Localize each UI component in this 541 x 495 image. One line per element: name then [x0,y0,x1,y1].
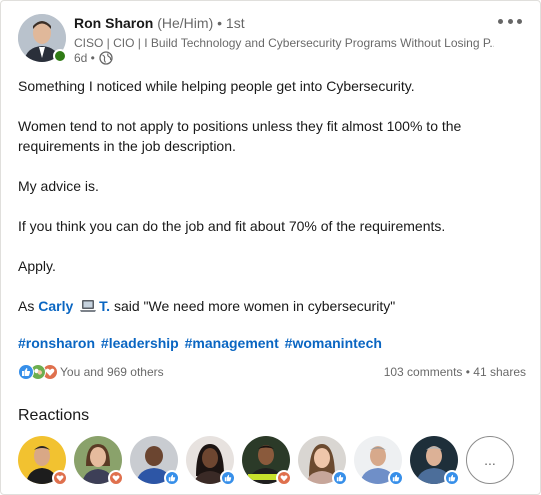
post-paragraph-quote: As Carly T. said "We need more women in … [18,296,523,316]
reactor-avatar[interactable] [298,436,348,486]
post-timestamp: 6d • [74,51,113,65]
author-name-text[interactable]: Ron Sharon [74,15,153,31]
laptop-emoji-icon [79,298,97,312]
like-icon [18,364,34,380]
mention-last-name[interactable]: T. [99,298,110,314]
reactors-list: ... [18,436,514,486]
reactions-heading: Reactions [18,407,90,424]
reaction-icons [18,364,58,380]
hashtag-link[interactable]: #ronsharon [18,335,95,351]
love-badge-icon [108,470,124,486]
reactor-avatar[interactable] [130,436,180,486]
reactor-avatar[interactable] [74,436,124,486]
more-reactions-button[interactable]: ... [466,436,514,484]
reactions-count-text[interactable]: You and 969 others [60,365,164,379]
shares-count[interactable]: 41 shares [473,365,526,379]
post-paragraph: If you think you can do the job and fit … [18,218,446,234]
post-paragraph: Women tend to not apply to positions unl… [18,118,462,154]
hashtag-list: #ronsharon #leadership #management #woma… [18,335,384,351]
post-paragraph: My advice is. [18,178,99,194]
author-pronouns: (He/Him) [157,15,214,31]
online-status-dot [53,49,67,63]
dot-icon [517,18,522,24]
love-badge-icon [276,470,292,486]
post-time: 6d • [74,51,95,65]
mention-link[interactable]: Carly T. [38,298,110,314]
dot-icon [498,18,503,24]
mention-first-name[interactable]: Carly [38,298,73,314]
like-badge-icon [164,470,180,486]
post-card: Ron Sharon (He/Him) • 1st CISO | CIO | I… [0,0,541,495]
separator: • [465,365,470,379]
globe-icon [99,51,113,65]
reactor-avatar[interactable] [242,436,292,486]
quote-text: said "We need more women in cybersecurit… [113,298,396,314]
author-avatar[interactable] [18,14,67,63]
like-badge-icon [388,470,404,486]
hashtag-link[interactable]: #management [185,335,279,351]
post-paragraph: Apply. [18,258,56,274]
reactor-avatar[interactable] [186,436,236,486]
reactor-avatar[interactable] [354,436,404,486]
author-headline: CISO | CIO | I Build Technology and Cybe… [74,36,494,50]
like-badge-icon [444,470,460,486]
engagement-counts: 103 comments • 41 shares [384,365,526,379]
post-body: Something I noticed while helping people… [18,76,523,316]
hashtag-link[interactable]: #leadership [101,335,179,351]
dot-icon [507,18,513,24]
reactions-count[interactable]: You and 969 others [18,364,164,380]
author-name[interactable]: Ron Sharon (He/Him) • 1st [74,15,245,31]
post-paragraph: Something I noticed while helping people… [18,78,415,94]
reactor-avatar[interactable] [410,436,460,486]
comments-count[interactable]: 103 comments [384,365,463,379]
connection-degree: • 1st [217,15,245,31]
like-badge-icon [332,470,348,486]
social-counts-bar: You and 969 others 103 comments • 41 sha… [18,362,526,382]
reactor-avatar[interactable] [18,436,68,486]
quote-prefix: As [18,298,35,314]
hashtag-link[interactable]: #womanintech [285,335,382,351]
like-badge-icon [220,470,236,486]
more-options-button[interactable] [498,11,522,31]
love-badge-icon [52,470,68,486]
